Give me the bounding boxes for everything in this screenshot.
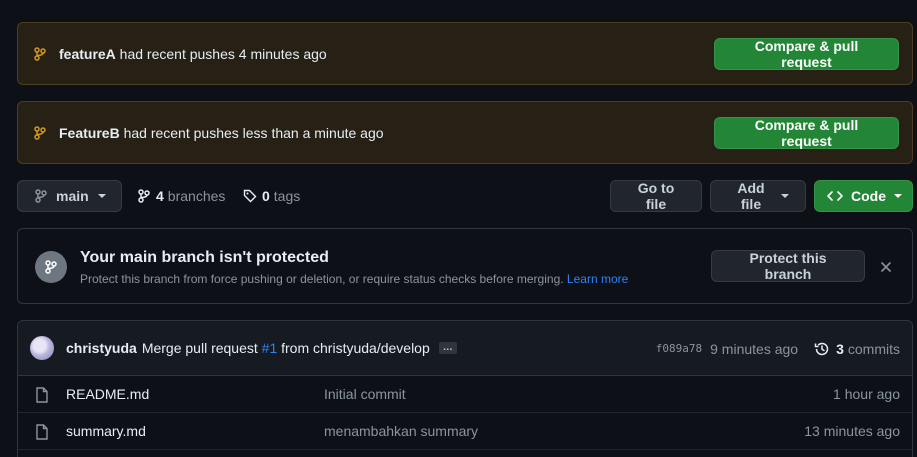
git-branch-icon — [138, 189, 150, 203]
file-age: 13 minutes ago — [804, 423, 900, 439]
commit-message-prefix: Merge pull request — [141, 340, 262, 356]
commits-count: 3 — [836, 340, 844, 357]
file-commit-message[interactable]: menambahkan summary — [324, 423, 478, 439]
tags-label: tags — [273, 188, 301, 204]
table-row[interactable]: README.md Initial commit 1 hour ago — [18, 376, 912, 413]
branches-count: 4 — [156, 188, 164, 204]
recent-push-banner-featurea: featureA had recent pushes 4 minutes ago… — [17, 22, 913, 85]
recent-push-banner-featureb: FeatureB had recent pushes less than a m… — [17, 101, 913, 164]
tags-count: 0 — [262, 188, 270, 204]
file-name[interactable]: README.md — [66, 386, 149, 402]
table-row[interactable]: summary.md menambahkan summary 13 minute… — [18, 413, 912, 450]
banner-branch-name[interactable]: featureA — [59, 46, 116, 62]
latest-commit-row: christyuda Merge pull request #1 from ch… — [18, 321, 912, 376]
code-label: Code — [851, 188, 886, 204]
commit-message-suffix: from christyuda/develop — [277, 340, 430, 356]
branch-protection-notice: Your main branch isn't protected Protect… — [17, 228, 913, 304]
file-browser: christyuda Merge pull request #1 from ch… — [17, 320, 913, 457]
file-icon — [36, 387, 48, 403]
file-name[interactable]: summary.md — [66, 423, 146, 439]
commit-author[interactable]: christyuda — [66, 340, 137, 356]
add-file-label: Add file — [737, 180, 765, 212]
git-branch-icon — [34, 125, 50, 141]
expand-commit-message-button[interactable]: … — [438, 342, 457, 354]
file-commit-message[interactable]: Initial commit — [324, 386, 406, 402]
history-icon — [814, 342, 829, 355]
pull-request-link[interactable]: #1 — [262, 340, 278, 356]
protect-branch-button[interactable]: Protect this branch — [711, 250, 865, 282]
protection-description: Protect this branch from force pushing o… — [80, 272, 628, 286]
tag-icon — [243, 189, 257, 203]
compare-pull-request-button[interactable]: Compare & pull request — [714, 117, 899, 149]
compare-pull-request-button[interactable]: Compare & pull request — [714, 38, 899, 70]
protection-description-text: Protect this branch from force pushing o… — [80, 272, 567, 286]
commits-link[interactable]: 3 commits — [814, 341, 900, 357]
learn-more-link[interactable]: Learn more — [567, 272, 628, 286]
commits-label: commits — [847, 340, 900, 357]
banner-message: had recent pushes less than a minute ago — [119, 124, 384, 141]
commit-sha[interactable]: f089a78 — [656, 342, 702, 355]
banner-message: had recent pushes 4 minutes ago — [115, 45, 327, 62]
tags-link[interactable]: 0 tags — [243, 180, 300, 212]
chevron-down-icon — [97, 194, 106, 198]
file-icon — [36, 424, 48, 440]
file-age: 1 hour ago — [833, 386, 900, 402]
commit-meta: f089a78 9 minutes ago 3 commits — [656, 321, 900, 376]
avatar[interactable] — [30, 336, 54, 360]
repo-toolbar: main 4 branches 0 tags Go to file Add fi… — [17, 180, 913, 212]
branch-selector-button[interactable]: main — [17, 180, 122, 212]
branch-selector-label: main — [56, 188, 89, 204]
commit-message[interactable]: Merge pull request #1 from christyuda/de… — [142, 340, 430, 356]
git-branch-icon — [35, 189, 47, 203]
branches-link[interactable]: 4 branches — [138, 180, 225, 212]
chevron-down-icon — [781, 194, 789, 198]
go-to-file-button[interactable]: Go to file — [610, 180, 702, 212]
commit-time[interactable]: 9 minutes ago — [710, 341, 798, 357]
protection-title: Your main branch isn't protected — [80, 249, 329, 266]
git-branch-icon — [34, 46, 50, 62]
add-file-button[interactable]: Add file — [710, 180, 806, 212]
chevron-down-icon — [894, 194, 902, 198]
branches-label: branches — [167, 188, 226, 204]
git-branch-icon — [35, 251, 67, 283]
code-icon — [827, 191, 843, 201]
close-icon[interactable] — [879, 260, 893, 274]
banner-branch-name[interactable]: FeatureB — [59, 125, 120, 141]
code-button[interactable]: Code — [814, 180, 913, 212]
